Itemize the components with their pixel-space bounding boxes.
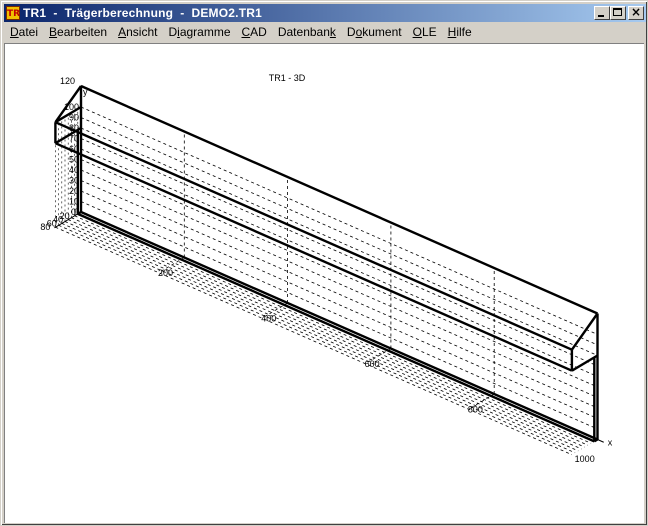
menu-datenbank[interactable]: Datenbank — [272, 23, 341, 42]
x-tick-label: 400 — [261, 313, 276, 323]
menu-bar: Datei Bearbeiten Ansicht Diagramme CAD Datenb… — [4, 23, 646, 42]
view-line-6 — [61, 223, 579, 452]
view-title: TR1 - 3D — [269, 73, 306, 83]
view-line-15 — [80, 138, 598, 367]
maximize-button[interactable] — [610, 6, 626, 20]
view-line-2 — [74, 215, 592, 444]
view-line-38 — [80, 84, 598, 315]
minimize-button[interactable] — [594, 6, 610, 20]
view-line-17 — [80, 117, 598, 346]
maximize-icon — [613, 8, 622, 16]
view-line-52 — [77, 212, 595, 443]
menu-datei[interactable]: Datei — [4, 23, 43, 42]
x-tick-label: 200 — [158, 268, 173, 278]
window-controls: × — [594, 5, 644, 20]
title-bar[interactable]: TR TR1 - Trägerberechnung - DEMO2.TR1 × — [4, 4, 646, 22]
app-window: TR TR1 - Trägerberechnung - DEMO2.TR1 × … — [0, 0, 648, 526]
menu-hilfe[interactable]: Hilfe — [442, 23, 477, 42]
tr1-app-icon[interactable]: TR — [6, 6, 20, 20]
minimize-icon — [598, 15, 604, 17]
x-tick-label: 1000 — [575, 454, 595, 464]
y-tick-label: 100 — [64, 102, 79, 112]
view-line-4 — [68, 219, 585, 448]
menu-bearbeiten[interactable]: Bearbeiten — [43, 23, 112, 42]
y-tick-label: 20 — [69, 186, 79, 196]
x-tick-label: 600 — [365, 359, 380, 369]
menu-diagramme[interactable]: Diagramme — [162, 23, 235, 42]
y-tick-label: 80 — [69, 123, 79, 133]
y-tick-label: 40 — [69, 165, 79, 175]
view-line-16 — [80, 127, 598, 356]
drawing-area[interactable]: TR1 - 3D 200 400 600 800 1000 0 10 20 30 40 50 60 70… — [4, 43, 644, 523]
close-icon: × — [630, 5, 642, 19]
x-axis-label: x — [608, 438, 613, 448]
y-tick-label: 70 — [69, 134, 79, 144]
close-button[interactable]: × — [628, 5, 644, 20]
menu-ole[interactable]: OLE — [407, 23, 442, 42]
y-tick-label: 50 — [69, 155, 79, 165]
z-tick-label: 80 — [40, 222, 50, 232]
view-line-56 — [597, 439, 604, 443]
y-tick-label: 90 — [69, 113, 79, 123]
window-title: TR1 - Trägerberechnung - DEMO2.TR1 — [23, 6, 262, 20]
view-line-9 — [80, 201, 598, 430]
view-line-18 — [80, 106, 598, 335]
y-tick-label: 10 — [69, 197, 79, 207]
menu-ansicht[interactable]: Ansicht — [112, 23, 162, 42]
view-line-10 — [80, 190, 598, 419]
view-line-46 — [570, 312, 599, 351]
view-line-11 — [80, 180, 598, 409]
menu-cad[interactable]: CAD — [236, 23, 272, 42]
y-tick-label: 30 — [69, 176, 79, 186]
y-tick-label: 60 — [69, 144, 79, 154]
view-line-42 — [54, 142, 573, 372]
beam-3d-view[interactable]: TR1 - 3D 200 400 600 800 1000 010203040506070… — [5, 44, 643, 522]
y-axis-label: y — [83, 87, 88, 97]
view-line-3 — [71, 217, 589, 446]
view-line-8 — [55, 226, 573, 456]
view-line-54 — [593, 438, 599, 443]
view-line-12 — [80, 169, 598, 398]
menu-dokument[interactable]: Dokument — [341, 23, 407, 42]
y-tick-label: 120 — [60, 76, 75, 86]
z-tick-label: 0 — [71, 207, 76, 217]
x-tick-label: 800 — [468, 404, 483, 414]
